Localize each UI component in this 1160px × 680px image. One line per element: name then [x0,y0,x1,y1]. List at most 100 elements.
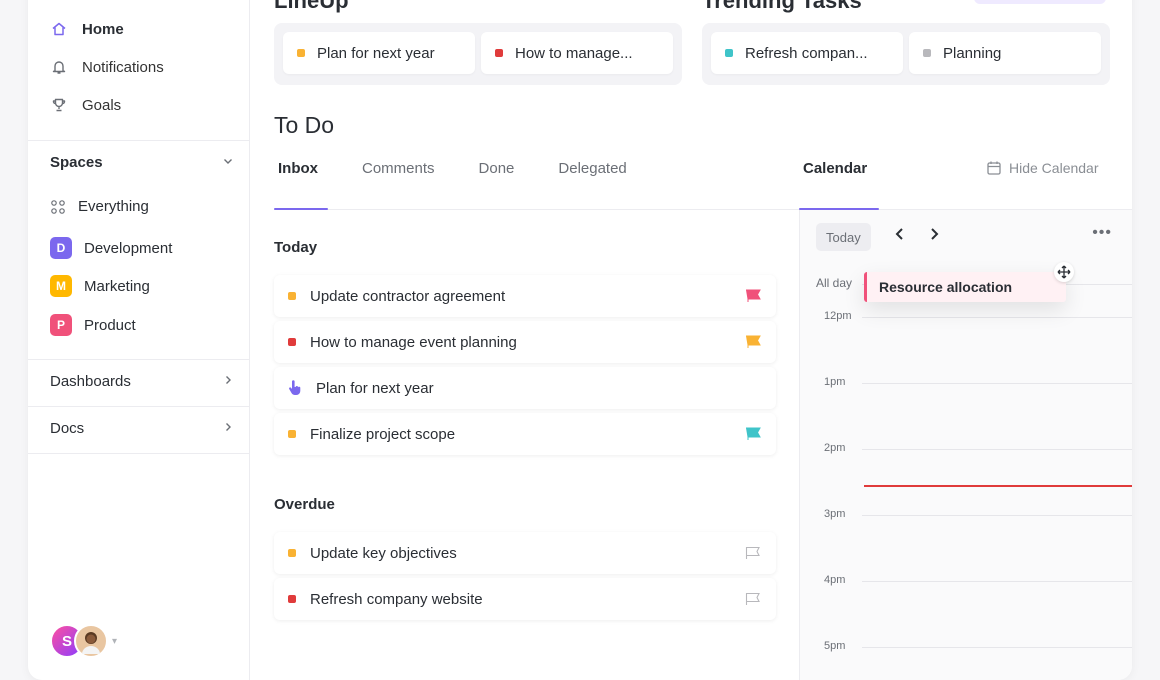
tab-comments[interactable]: Comments [358,160,439,177]
hour-row: 3pm [800,508,1132,520]
sidebar-divider [28,453,250,454]
sidebar-item-label: Home [82,20,124,38]
space-item-everything[interactable]: Everything [50,198,149,215]
flag-icon[interactable] [744,427,762,441]
todo-tabs: Inbox Comments Done Delegated [274,160,631,177]
tab-inbox[interactable]: Inbox [274,160,322,177]
trending-card[interactable]: Refresh compan... [711,32,903,74]
space-badge: D [50,237,72,259]
current-time-indicator [864,485,1132,487]
lineup-strip: Plan for next year How to manage... [274,23,682,85]
sidebar-item-label: Dashboards [50,373,131,390]
move-icon[interactable] [1054,262,1074,282]
chevron-down-icon[interactable] [222,154,234,171]
task-row[interactable]: Finalize project scope [274,413,776,455]
caret-down-icon[interactable]: ▾ [112,636,117,647]
sidebar-item-label: Docs [50,420,85,437]
lineup-card-label: How to manage... [515,44,633,62]
hour-label: 4pm [824,574,846,586]
spaces-header[interactable]: Spaces [50,154,234,171]
trending-card[interactable]: Planning [909,32,1101,74]
active-tab-indicator [274,208,328,210]
sidebar-item-dashboards[interactable]: Dashboards [50,373,234,390]
flag-outline-icon[interactable] [744,592,762,606]
task-label: Update key objectives [310,544,457,562]
chevron-right-icon[interactable] [928,225,940,246]
task-label: Finalize project scope [310,425,456,443]
sidebar-item-home[interactable]: Home [50,20,124,38]
status-square [923,49,931,57]
hand-pointer-icon [288,380,302,396]
status-square [288,430,296,438]
task-row[interactable]: How to manage event planning [274,321,776,363]
sidebar-divider [28,359,250,360]
trophy-icon [50,96,68,114]
task-label: Plan for next year [316,379,434,397]
space-badge: M [50,275,72,297]
tab-done[interactable]: Done [475,160,519,177]
app-window: Home Notifications Goals Spaces Everythi… [28,0,1132,680]
sidebar-divider [28,140,250,141]
space-item-development[interactable]: D Development [50,237,172,259]
sidebar-item-notifications[interactable]: Notifications [50,58,164,76]
bell-icon [50,58,68,76]
hour-row: 5pm [800,640,1132,652]
hour-label: 1pm [824,376,846,388]
user-avatars[interactable]: S ▾ [50,624,117,658]
more-options-icon[interactable]: ••• [1092,224,1112,242]
calendar-panel: Today ••• All day 12pm 1pm 2pm 3pm 4pm 5… [799,210,1132,680]
hour-label: 2pm [824,442,846,454]
hour-row: 12pm [800,310,1132,322]
hide-calendar-button[interactable]: Hide Calendar [986,160,1099,176]
sidebar-divider [28,406,250,407]
sidebar-item-goals[interactable]: Goals [50,96,121,114]
home-icon [50,20,68,38]
space-item-label: Product [84,316,136,334]
lineup-title: LineUp [274,0,349,13]
status-square [495,49,503,57]
tab-calendar[interactable]: Calendar [803,160,867,177]
task-row[interactable]: Update key objectives [274,532,776,574]
tab-delegated[interactable]: Delegated [554,160,630,177]
grid-icon [50,199,66,215]
space-item-marketing[interactable]: M Marketing [50,275,150,297]
sidebar-item-docs[interactable]: Docs [50,420,234,437]
space-item-label: Marketing [84,277,150,295]
task-row[interactable]: Refresh company website [274,578,776,620]
group-label-today: Today [274,239,318,256]
page-title: To Do [274,112,335,138]
avatar-photo[interactable] [74,624,108,658]
overdue-task-list: Update key objectives Refresh company we… [274,532,776,620]
status-square [288,292,296,300]
flag-icon[interactable] [744,335,762,349]
spaces-title: Spaces [50,154,103,171]
task-label: How to manage event planning [310,333,517,351]
task-label: Update contractor agreement [310,287,506,305]
status-square [725,49,733,57]
chevron-right-icon [222,420,234,437]
trending-title: Trending Tasks [702,0,862,13]
status-square [288,338,296,346]
task-row[interactable]: Update contractor agreement [274,275,776,317]
space-item-label: Development [84,239,173,257]
hour-row: 2pm [800,442,1132,454]
task-row[interactable]: Plan for next year [274,367,776,409]
trending-card-label: Planning [943,44,1002,62]
calendar-event[interactable]: Resource allocation [864,272,1066,302]
today-button[interactable]: Today [816,223,871,251]
calendar-icon [986,160,1002,176]
space-item-product[interactable]: P Product [50,314,136,336]
group-label-overdue: Overdue [274,496,335,513]
sidebar: Home Notifications Goals Spaces Everythi… [28,0,250,680]
chevron-left-icon[interactable] [894,225,906,246]
flag-icon[interactable] [744,289,762,303]
trending-action-button[interactable] [974,0,1106,4]
trending-strip: Refresh compan... Planning [702,23,1110,85]
space-item-label: Everything [78,198,149,215]
lineup-card[interactable]: How to manage... [481,32,673,74]
lineup-card-label: Plan for next year [317,44,435,62]
flag-outline-icon[interactable] [744,546,762,560]
lineup-card[interactable]: Plan for next year [283,32,475,74]
hour-label: 3pm [824,508,846,520]
status-square [297,49,305,57]
